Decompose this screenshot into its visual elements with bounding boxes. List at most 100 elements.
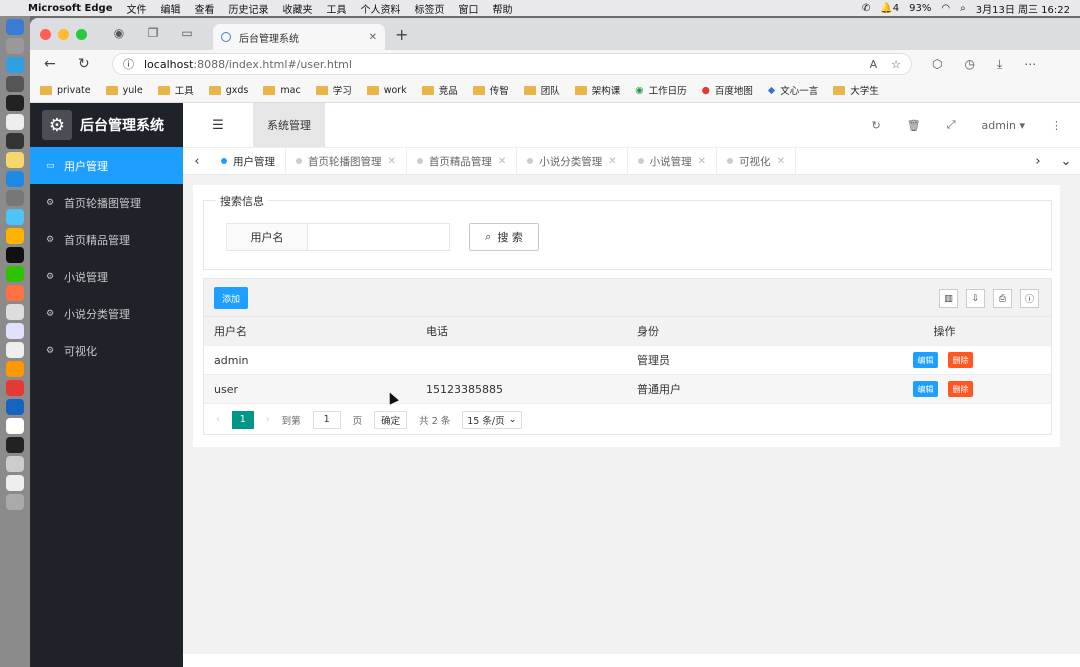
more-menu-icon[interactable]: ⋯: [1024, 57, 1036, 72]
app-icon[interactable]: [6, 456, 24, 472]
menu-profile[interactable]: 个人资料: [360, 5, 400, 16]
bookmark-chuanzhi[interactable]: 传智: [472, 83, 509, 97]
menu-tools[interactable]: 工具: [326, 5, 346, 16]
prev-page-icon[interactable]: ‹: [216, 414, 220, 425]
sidebar-item-users[interactable]: ▭ 用户管理: [30, 147, 183, 184]
menu-view[interactable]: 查看: [194, 5, 214, 16]
tab-novels[interactable]: 小说管理 ✕: [628, 147, 718, 175]
settings-icon[interactable]: [6, 190, 24, 206]
delete-button[interactable]: 删除: [948, 352, 973, 368]
app-icon[interactable]: [6, 304, 24, 320]
app-icon[interactable]: [6, 209, 24, 225]
app-icon[interactable]: [6, 380, 24, 396]
clear-cache-icon[interactable]: 🗑: [907, 119, 921, 132]
bookmark-wenxin[interactable]: ◆ 文心一言: [768, 83, 818, 98]
menu-help[interactable]: 帮助: [492, 5, 512, 16]
app-icon[interactable]: [6, 361, 24, 377]
info-icon[interactable]: ⓘ: [123, 56, 134, 72]
bookmark-study[interactable]: 学习: [315, 83, 352, 97]
sidebar-item-featured[interactable]: ⚙ 首页精品管理: [30, 221, 183, 258]
profile-icon[interactable]: ◉: [111, 26, 127, 42]
activity-icon[interactable]: [6, 133, 24, 149]
terminal-icon[interactable]: [6, 95, 24, 111]
bookmark-team[interactable]: 团队: [523, 83, 560, 97]
favorite-star-icon[interactable]: ☆: [891, 58, 901, 71]
maximize-window-button[interactable]: [76, 28, 87, 40]
bookmark-architecture[interactable]: 架构课: [574, 83, 620, 97]
idea-icon[interactable]: [6, 437, 24, 453]
app-icon[interactable]: [6, 323, 24, 339]
fullscreen-icon[interactable]: ⤢: [947, 118, 956, 132]
bookmark-baidu-map[interactable]: ● 百度地图: [702, 83, 753, 98]
column-header-role[interactable]: 身份: [626, 323, 838, 339]
bookmark-tools[interactable]: 工具: [157, 83, 194, 97]
delete-button[interactable]: 删除: [948, 381, 973, 397]
bookmark-competitors[interactable]: 竞品: [421, 83, 458, 97]
close-tab-icon[interactable]: ✕: [369, 32, 377, 43]
app-name[interactable]: Microsoft Edge: [28, 3, 112, 14]
goto-page-input[interactable]: 1: [312, 410, 341, 429]
search-button[interactable]: ⌕ 搜 索: [469, 223, 539, 251]
refresh-page-icon[interactable]: ↻: [872, 119, 881, 132]
menu-tabs[interactable]: 标签页: [414, 5, 444, 16]
chevron-down-icon[interactable]: ⌄: [1052, 154, 1080, 169]
next-page-icon[interactable]: ›: [266, 414, 270, 425]
menu-file[interactable]: 文件: [126, 5, 146, 16]
new-tab-button[interactable]: +: [395, 25, 408, 44]
print-icon[interactable]: ⎙: [993, 289, 1012, 308]
menu-history[interactable]: 历史记录: [228, 5, 268, 16]
bookmark-calendar[interactable]: ◉ 工作日历: [635, 83, 686, 98]
app-icon[interactable]: [6, 475, 24, 491]
bookmark-work[interactable]: work: [366, 85, 407, 96]
username-search-input[interactable]: [308, 223, 450, 251]
sidebar-item-carousel[interactable]: ⚙ 首页轮播图管理: [30, 184, 183, 221]
calculator-icon[interactable]: [6, 76, 24, 92]
more-vertical-icon[interactable]: ⋮: [1051, 119, 1062, 132]
header-section-system[interactable]: 系统管理: [253, 103, 325, 147]
column-header-phone[interactable]: 电话: [415, 323, 626, 339]
tab-categories[interactable]: 小说分类管理 ✕: [517, 147, 628, 175]
finder-icon[interactable]: [6, 19, 24, 35]
wps-icon[interactable]: [6, 418, 24, 434]
per-page-select[interactable]: 15 条/页 ⌄: [462, 410, 522, 429]
close-icon[interactable]: ✕: [608, 156, 616, 167]
minimize-window-button[interactable]: [58, 28, 69, 40]
user-menu[interactable]: admin ▾: [982, 119, 1026, 132]
close-icon[interactable]: ✕: [388, 156, 396, 167]
appstore-icon[interactable]: [6, 171, 24, 187]
edit-button[interactable]: 编辑: [913, 352, 938, 368]
search-icon[interactable]: ⌕: [960, 3, 966, 14]
sidebar-item-visualization[interactable]: ⚙ 可视化: [30, 332, 183, 369]
menu-toggle-icon[interactable]: ☰: [183, 118, 253, 133]
menu-edit[interactable]: 编辑: [160, 5, 180, 16]
chevron-right-icon[interactable]: ›: [1024, 154, 1052, 169]
typora-icon[interactable]: [6, 342, 24, 358]
history-icon[interactable]: ◷: [964, 57, 974, 72]
refresh-icon[interactable]: ↻: [78, 56, 92, 72]
notification-icon[interactable]: 🔔4: [880, 3, 899, 14]
edit-button[interactable]: 编辑: [913, 381, 938, 397]
collections-icon[interactable]: ❐: [145, 26, 161, 42]
app-icon[interactable]: [6, 228, 24, 244]
sidebar-item-categories[interactable]: ⚙ 小说分类管理: [30, 295, 183, 332]
notes-icon[interactable]: [6, 152, 24, 168]
bookmark-gxds[interactable]: gxds: [208, 85, 248, 96]
sublime-icon[interactable]: [6, 285, 24, 301]
menu-window[interactable]: 窗口: [458, 5, 478, 16]
info-icon[interactable]: ⓘ: [1020, 289, 1039, 308]
qq-icon[interactable]: [6, 247, 24, 263]
close-icon[interactable]: ✕: [698, 156, 706, 167]
browser-tab[interactable]: 后台管理系统 ✕: [213, 24, 385, 50]
goto-confirm-button[interactable]: 确定: [374, 410, 408, 429]
tab-featured[interactable]: 首页精品管理 ✕: [407, 147, 518, 175]
app-icon[interactable]: [6, 399, 24, 415]
columns-filter-icon[interactable]: ▥: [939, 289, 958, 308]
tab-users[interactable]: 用户管理: [211, 147, 286, 175]
edge-icon[interactable]: [6, 57, 24, 73]
address-bar[interactable]: ⓘ localhost:8088/index.html#/user.html A…: [112, 53, 912, 75]
tab-carousel[interactable]: 首页轮播图管理 ✕: [286, 147, 407, 175]
read-aloud-icon[interactable]: A: [870, 58, 878, 71]
add-user-button[interactable]: 添加: [214, 287, 248, 309]
back-icon[interactable]: ←: [44, 56, 58, 72]
close-icon[interactable]: ✕: [777, 156, 785, 167]
